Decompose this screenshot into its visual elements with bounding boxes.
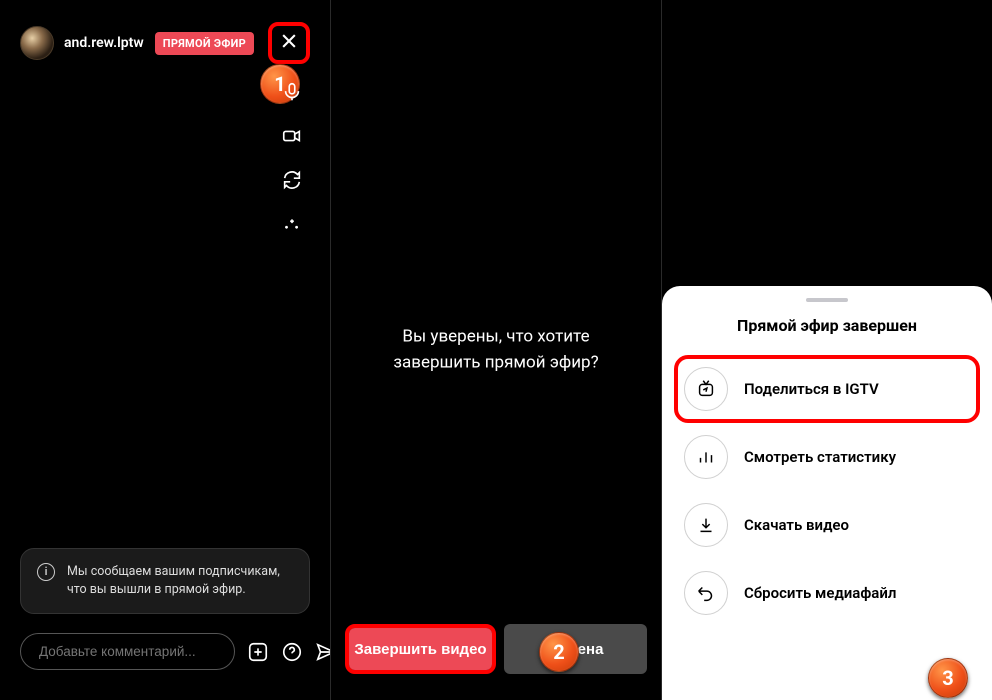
confirm-buttons: Завершить видео Отмена (345, 624, 647, 674)
end-button-highlight: Завершить видео (345, 624, 496, 674)
notice-text: Мы сообщаем вашим подписчикам, что вы вы… (67, 563, 293, 599)
sheet-grabber[interactable] (806, 298, 848, 302)
send-icon[interactable] (315, 641, 330, 663)
close-button[interactable] (268, 22, 310, 64)
sheet-item-discard[interactable]: Сбросить медиафайл (678, 559, 976, 627)
effects-icon[interactable] (280, 212, 304, 236)
sheet-item-share-igtv[interactable]: Поделиться в IGTV (674, 355, 980, 423)
sheet-item-label: Смотреть статистику (744, 448, 896, 466)
avatar[interactable] (20, 26, 54, 60)
camera-icon[interactable] (280, 124, 304, 148)
close-icon (279, 31, 299, 55)
action-sheet: Прямой эфир завершен Поделиться в IGTV 3… (662, 286, 992, 700)
username[interactable]: and.rew.lptw (64, 35, 144, 51)
comment-input[interactable] (20, 633, 235, 670)
live-badge: ПРЯМОЙ ЭФИР (155, 32, 254, 55)
sheet-item-stats[interactable]: Смотреть статистику (678, 423, 976, 491)
sheet-item-label: Сбросить медиафайл (744, 584, 896, 602)
panel-live-ended: Прямой эфир завершен Поделиться в IGTV 3… (662, 0, 992, 700)
add-media-icon[interactable] (247, 641, 269, 663)
notice-banner: i Мы сообщаем вашим подписчикам, что вы … (20, 548, 310, 614)
info-icon: i (37, 563, 55, 581)
undo-icon (684, 571, 728, 615)
panel-live-broadcast: and.rew.lptw ПРЯМОЙ ЭФИР 1 i Мы сообщаем… (0, 0, 330, 700)
question-icon[interactable] (281, 641, 303, 663)
live-controls (280, 80, 304, 236)
sheet-title: Прямой эфир завершен (678, 316, 976, 335)
step-badge-3: 3 (928, 658, 968, 698)
sheet-item-label: Поделиться в IGTV (744, 380, 879, 398)
switch-camera-icon[interactable] (280, 168, 304, 192)
live-header: and.rew.lptw ПРЯМОЙ ЭФИР (20, 22, 310, 64)
download-icon (684, 503, 728, 547)
sheet-item-download[interactable]: Скачать видео (678, 491, 976, 559)
microphone-icon[interactable] (280, 80, 304, 104)
step-badge-2: 2 (539, 632, 579, 672)
comment-row (20, 633, 310, 670)
stats-icon (684, 435, 728, 479)
sheet-item-label: Скачать видео (744, 516, 849, 534)
panel-confirm-end: Вы уверены, что хотите завершить прямой … (331, 0, 661, 700)
igtv-icon (684, 367, 728, 411)
end-video-button[interactable]: Завершить видео (349, 628, 492, 670)
confirm-prompt: Вы уверены, что хотите завершить прямой … (366, 325, 626, 376)
